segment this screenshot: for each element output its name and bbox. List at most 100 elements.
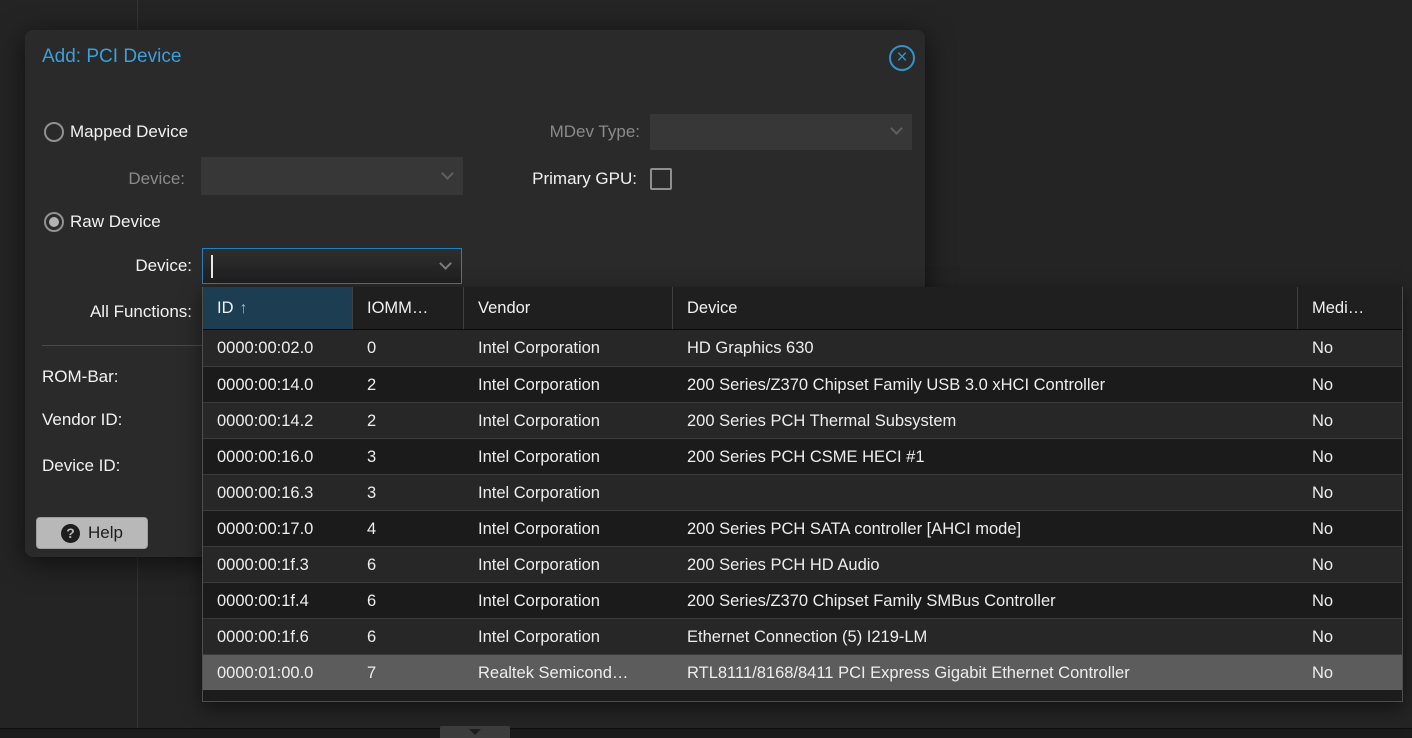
- cell-id: 0000:00:1f.3: [203, 547, 353, 582]
- cell-vendor: Intel Corporation: [464, 439, 673, 474]
- cell-vendor: Intel Corporation: [464, 583, 673, 618]
- column-header-label: Medi…: [1312, 299, 1364, 317]
- cell-device: 200 Series PCH CSME HECI #1: [673, 439, 1298, 474]
- cell-iommu: 2: [353, 403, 464, 438]
- cell-medi: No: [1298, 655, 1402, 690]
- table-row[interactable]: 0000:01:00.07Realtek Semicond…RTL8111/81…: [203, 654, 1402, 690]
- cell-device: RTL8111/8168/8411 PCI Express Gigabit Et…: [673, 655, 1298, 690]
- device-id-label: Device ID:: [42, 454, 120, 478]
- cell-id: 0000:00:14.0: [203, 367, 353, 402]
- cell-id: 0000:01:00.0: [203, 655, 353, 690]
- cell-medi: No: [1298, 619, 1402, 654]
- column-header-id[interactable]: ID↑: [203, 287, 353, 329]
- mdev-type-label: MDev Type:: [455, 120, 640, 144]
- column-header-label: Vendor: [478, 299, 530, 317]
- column-header-label: IOMM…: [367, 299, 428, 317]
- cell-iommu: 6: [353, 547, 464, 582]
- cell-vendor: Intel Corporation: [464, 511, 673, 546]
- pci-device-dropdown-list: ID↑ IOMM… Vendor Device Medi… 0000:00:02…: [202, 287, 1403, 702]
- cell-iommu: 7: [353, 655, 464, 690]
- primary-gpu-checkbox[interactable]: [650, 168, 672, 190]
- help-button-label: Help: [88, 523, 123, 543]
- table-row[interactable]: 0000:00:14.02Intel Corporation200 Series…: [203, 366, 1402, 402]
- table-row[interactable]: 0000:00:14.22Intel Corporation200 Series…: [203, 402, 1402, 438]
- cell-vendor: Intel Corporation: [464, 475, 673, 510]
- cell-iommu: 4: [353, 511, 464, 546]
- all-functions-label: All Functions:: [45, 300, 192, 324]
- cell-medi: No: [1298, 439, 1402, 474]
- table-row[interactable]: 0000:00:16.03Intel Corporation200 Series…: [203, 438, 1402, 474]
- table-row[interactable]: 0000:00:02.00Intel CorporationHD Graphic…: [203, 330, 1402, 366]
- cell-iommu: 3: [353, 439, 464, 474]
- cell-iommu: 2: [353, 367, 464, 402]
- close-icon[interactable]: ×: [889, 45, 915, 71]
- cell-id: 0000:00:1f.4: [203, 583, 353, 618]
- vendor-id-label: Vendor ID:: [42, 408, 122, 432]
- cell-id: 0000:00:17.0: [203, 511, 353, 546]
- chevron-down-icon: [890, 122, 903, 135]
- section-divider: [42, 345, 212, 346]
- cell-vendor: Intel Corporation: [464, 547, 673, 582]
- cell-id: 0000:00:16.0: [203, 439, 353, 474]
- table-row[interactable]: 0000:00:16.33Intel Corporation No: [203, 474, 1402, 510]
- chevron-down-icon: [441, 167, 454, 180]
- cell-id: 0000:00:14.2: [203, 403, 353, 438]
- cell-vendor: Intel Corporation: [464, 330, 673, 366]
- cell-medi: No: [1298, 475, 1402, 510]
- column-header-iommu[interactable]: IOMM…: [353, 287, 464, 329]
- mapped-device-field-label: Device:: [85, 167, 185, 191]
- cell-medi: No: [1298, 330, 1402, 366]
- cell-iommu: 0: [353, 330, 464, 366]
- help-icon: ?: [61, 524, 80, 543]
- cell-iommu: 3: [353, 475, 464, 510]
- cell-vendor: Intel Corporation: [464, 619, 673, 654]
- mapped-device-label: Mapped Device: [70, 120, 188, 144]
- table-row[interactable]: 0000:00:1f.36Intel Corporation200 Series…: [203, 546, 1402, 582]
- cell-device: 200 Series/Z370 Chipset Family USB 3.0 x…: [673, 367, 1298, 402]
- cell-id: 0000:00:02.0: [203, 330, 353, 366]
- cell-iommu: 6: [353, 583, 464, 618]
- table-row[interactable]: 0000:00:17.04Intel Corporation200 Series…: [203, 510, 1402, 546]
- cell-device: HD Graphics 630: [673, 330, 1298, 366]
- cell-device: [673, 475, 1298, 510]
- cell-medi: No: [1298, 367, 1402, 402]
- mapped-device-radio[interactable]: [44, 122, 64, 142]
- raw-device-label: Raw Device: [70, 210, 161, 234]
- cell-device: Ethernet Connection (5) I219-LM: [673, 619, 1298, 654]
- sort-asc-icon: ↑: [240, 300, 248, 317]
- app-background: Add: PCI Device × Mapped Device MDev Typ…: [0, 0, 1412, 738]
- table-row[interactable]: 0000:00:1f.66Intel CorporationEthernet C…: [203, 618, 1402, 654]
- cell-device: 200 Series/Z370 Chipset Family SMBus Con…: [673, 583, 1298, 618]
- cell-vendor: Realtek Semicond…: [464, 655, 673, 690]
- help-button[interactable]: ? Help: [36, 517, 148, 549]
- device-table-body: 0000:00:02.00Intel CorporationHD Graphic…: [203, 330, 1402, 690]
- chevron-down-icon: [469, 729, 481, 735]
- background-statusbar-edge: [0, 728, 1412, 738]
- column-header-device[interactable]: Device: [673, 287, 1298, 329]
- column-header-mediated[interactable]: Medi…: [1298, 287, 1402, 329]
- mapped-device-combobox: [201, 157, 463, 195]
- scroll-down-button[interactable]: [440, 726, 510, 738]
- mdev-type-combobox: [650, 114, 912, 150]
- cell-iommu: 6: [353, 619, 464, 654]
- cell-device: 200 Series PCH Thermal Subsystem: [673, 403, 1298, 438]
- column-header-vendor[interactable]: Vendor: [464, 287, 673, 329]
- raw-device-radio[interactable]: [44, 212, 64, 232]
- rom-bar-label: ROM-Bar:: [42, 365, 119, 389]
- cell-id: 0000:00:16.3: [203, 475, 353, 510]
- raw-device-combobox[interactable]: [202, 248, 462, 284]
- radio-dot: [49, 217, 59, 227]
- cell-vendor: Intel Corporation: [464, 403, 673, 438]
- cell-id: 0000:00:1f.6: [203, 619, 353, 654]
- primary-gpu-label: Primary GPU:: [455, 167, 637, 191]
- cell-medi: No: [1298, 511, 1402, 546]
- cell-device: 200 Series PCH HD Audio: [673, 547, 1298, 582]
- cell-medi: No: [1298, 583, 1402, 618]
- column-header-label: Device: [687, 299, 737, 317]
- device-table-header: ID↑ IOMM… Vendor Device Medi…: [203, 287, 1402, 330]
- cell-device: 200 Series PCH SATA controller [AHCI mod…: [673, 511, 1298, 546]
- dialog-title: Add: PCI Device: [42, 46, 181, 68]
- cell-vendor: Intel Corporation: [464, 367, 673, 402]
- table-row[interactable]: 0000:00:1f.46Intel Corporation200 Series…: [203, 582, 1402, 618]
- chevron-down-icon: [439, 257, 452, 270]
